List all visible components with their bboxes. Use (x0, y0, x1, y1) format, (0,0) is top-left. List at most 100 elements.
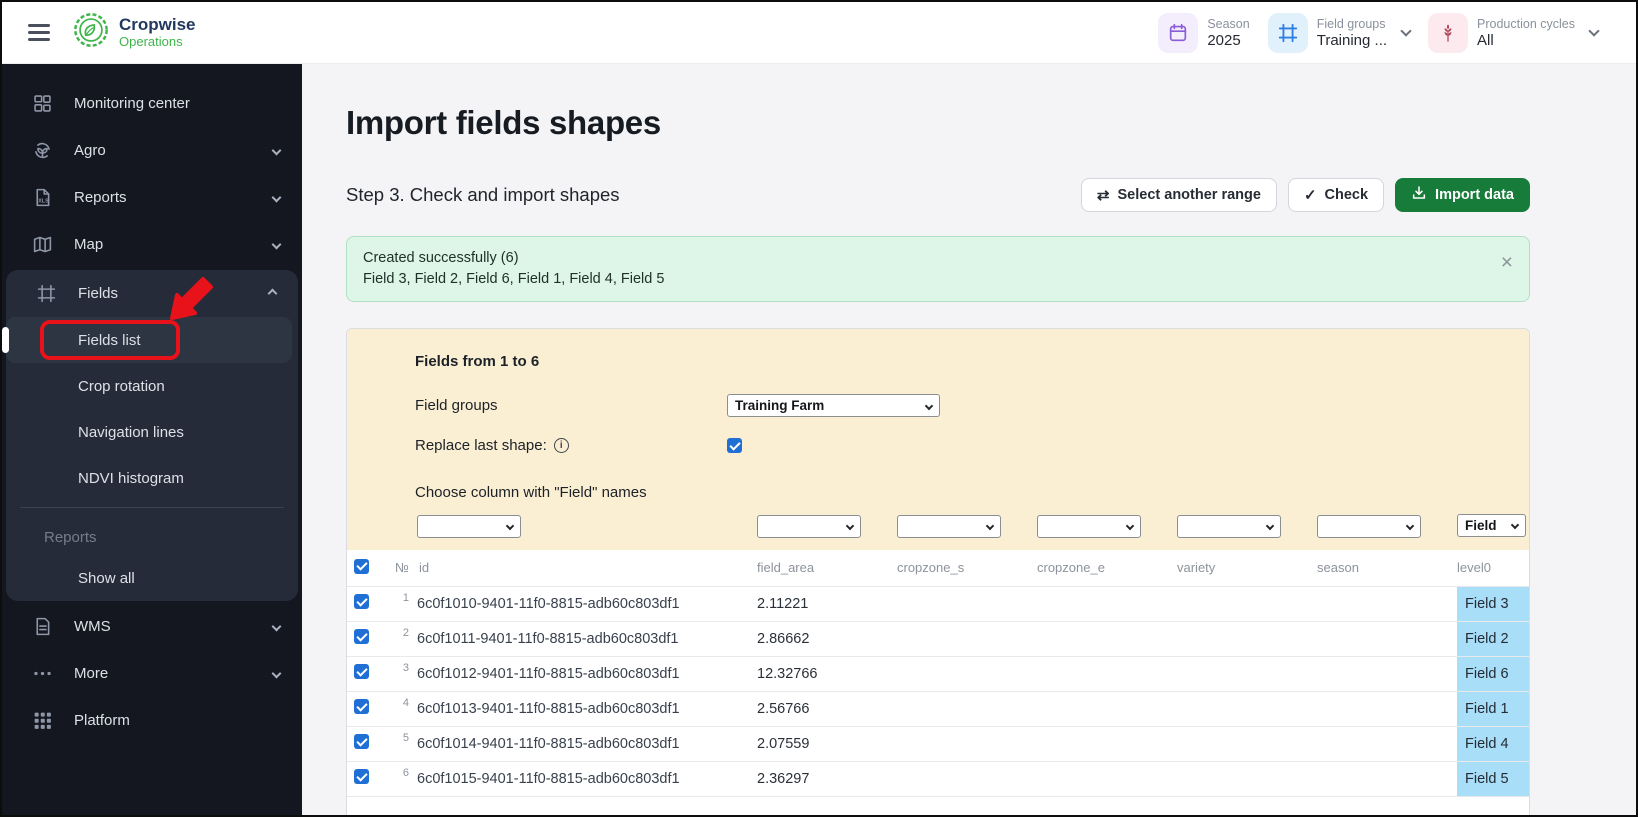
action-buttons: ⇄ Select another range ✓ Check Import da… (1080, 178, 1530, 212)
sidebar-item-agro[interactable]: Agro (2, 127, 302, 174)
select-all-checkbox[interactable] (354, 558, 369, 574)
cell-cs (897, 621, 1037, 657)
column-select-1[interactable] (417, 514, 521, 538)
select-arrow-icon (1405, 521, 1415, 531)
nav-divider (20, 507, 284, 508)
cropwise-gear-leaf-icon (72, 11, 110, 54)
production-cycles-label: Production cycles (1477, 16, 1575, 31)
sidebar-item-more[interactable]: More (2, 650, 302, 697)
row-checkbox[interactable] (354, 699, 369, 714)
row-checkbox[interactable] (354, 769, 369, 784)
cell-cs (897, 691, 1037, 727)
column-header-field_area: field_area (757, 549, 897, 587)
row-checkbox[interactable] (354, 629, 369, 644)
season-selector[interactable]: Season 2025 (1158, 12, 1250, 53)
cell-ce (1037, 761, 1177, 797)
replace-last-shape-checkbox[interactable] (727, 438, 742, 453)
sidebar-nav: Monitoring center Agro XLS Reports Map Fields… (2, 64, 302, 744)
field-groups-label: Field groups (1316, 16, 1386, 31)
sidebar-item-navigation-lines[interactable]: Navigation lines (6, 409, 298, 455)
cell-lvl: Field 1 (1457, 691, 1529, 727)
cell-num: 2 (379, 621, 413, 657)
column-select-2[interactable] (757, 514, 861, 538)
select-arrow-icon (505, 521, 515, 531)
chevron-up-icon (267, 288, 278, 299)
season-label: Season (1207, 16, 1250, 31)
column-select-4[interactable] (1037, 514, 1141, 538)
sidebar-item-show-all[interactable]: Show all (6, 555, 298, 601)
fields-nav-group: Fields Fields list Crop rotation Navigation… (6, 270, 298, 601)
table-row: 2 6c0f1011-9401-11f0-8815-adb60c803df1 2.8… (347, 621, 1529, 657)
table-row: 3 6c0f1012-9401-11f0-8815-adb60c803df1 12.… (347, 656, 1529, 692)
column-select-7[interactable]: Field (1457, 513, 1526, 537)
field-groups-form-label: Field groups (415, 397, 498, 414)
swap-arrows-icon: ⇄ (1096, 186, 1110, 204)
cell-fa: 2.07559 (757, 726, 897, 762)
import-preview-table: Field № id field_area cropzone_s cropzone_e va… (347, 511, 1529, 797)
chevron-down-icon (271, 668, 282, 679)
table-row: 1 6c0f1010-9401-11f0-8815-adb60c803df1 2.1… (347, 586, 1529, 622)
table-row: 5 6c0f1014-9401-11f0-8815-adb60c803df1 2.0… (347, 726, 1529, 762)
sidebar-item-map[interactable]: Map (2, 221, 302, 268)
menu-icon[interactable] (28, 24, 50, 41)
column-select-3[interactable] (897, 514, 1001, 538)
cell-num: 5 (379, 726, 413, 762)
sidebar-item-fields[interactable]: Fields (6, 270, 298, 317)
field-groups-selector[interactable]: Field groups Training ... (1267, 12, 1412, 53)
sidebar-item-platform[interactable]: Platform (2, 697, 302, 744)
cell-fa: 2.56766 (757, 691, 897, 727)
chevron-down-icon (1588, 25, 1600, 37)
alert-title: Created successfully (6) (363, 250, 519, 266)
cell-ce (1037, 726, 1177, 762)
select-arrow-icon (1510, 521, 1520, 530)
column-header-num: № (379, 549, 413, 587)
close-icon[interactable]: × (1501, 252, 1513, 273)
field-groups-select[interactable]: Training Farm (727, 394, 940, 417)
row-checkbox[interactable] (354, 734, 369, 749)
production-cycles-selector[interactable]: Production cycles All (1428, 12, 1600, 53)
map-icon (32, 234, 53, 255)
import-data-button[interactable]: Import data (1395, 178, 1530, 212)
info-icon[interactable]: i (553, 438, 569, 453)
table-header-row: № id field_area cropzone_s cropzone_e variety… (347, 549, 1529, 587)
page-title: Import fields shapes (346, 104, 661, 141)
cell-ce (1037, 691, 1177, 727)
context-selectors: Season 2025 Field groups Training ... Pr… (1158, 12, 1600, 53)
cell-num: 6 (379, 761, 413, 797)
cell-fa: 2.11221 (757, 586, 897, 622)
fields-range-title: Fields from 1 to 6 (415, 353, 540, 370)
doc-icon (32, 616, 53, 637)
season-value: 2025 (1207, 31, 1241, 49)
brand-subtitle: Operations (119, 33, 183, 49)
cell-lvl: Field 6 (1457, 656, 1529, 692)
row-checkbox[interactable] (354, 664, 369, 679)
column-select-6[interactable] (1317, 514, 1421, 538)
sidebar-item-crop-rotation[interactable]: Crop rotation (6, 363, 298, 409)
svg-text:XLS: XLS (38, 198, 49, 204)
top-bar: Cropwise Operations Season 2025 Field gr… (2, 2, 1636, 64)
row-checkbox[interactable] (354, 594, 369, 609)
success-alert: Created successfully (6) Field 3, Field … (346, 236, 1530, 302)
cell-va (1177, 726, 1317, 762)
column-mapping-row: Field (347, 511, 1529, 550)
sidebar-item-ndvi-histogram[interactable]: NDVI histogram (6, 455, 298, 501)
cell-id: 6c0f1014-9401-11f0-8815-adb60c803df1 (413, 726, 757, 762)
cell-id: 6c0f1013-9401-11f0-8815-adb60c803df1 (413, 691, 757, 727)
sidebar-item-reports[interactable]: XLS Reports (2, 174, 302, 221)
cell-ce (1037, 586, 1177, 622)
table-row: 4 6c0f1013-9401-11f0-8815-adb60c803df1 2.5… (347, 691, 1529, 727)
cell-cs (897, 586, 1037, 622)
cell-se (1317, 621, 1457, 657)
select-another-range-button[interactable]: ⇄ Select another range (1080, 178, 1277, 212)
sidebar-item-wms[interactable]: WMS (2, 603, 302, 650)
cell-cs (897, 726, 1037, 762)
agro-icon (32, 140, 53, 161)
check-button[interactable]: ✓ Check (1287, 178, 1385, 212)
cell-va (1177, 621, 1317, 657)
sidebar-item-monitoring-center[interactable]: Monitoring center (2, 80, 302, 127)
column-header-cropzone_s: cropzone_s (897, 549, 1037, 587)
column-select-5[interactable] (1177, 514, 1281, 538)
choose-column-label: Choose column with "Field" names (415, 484, 647, 501)
sidebar-item-fields-list[interactable]: Fields list (6, 317, 292, 363)
column-header-cropzone_e: cropzone_e (1037, 549, 1177, 587)
